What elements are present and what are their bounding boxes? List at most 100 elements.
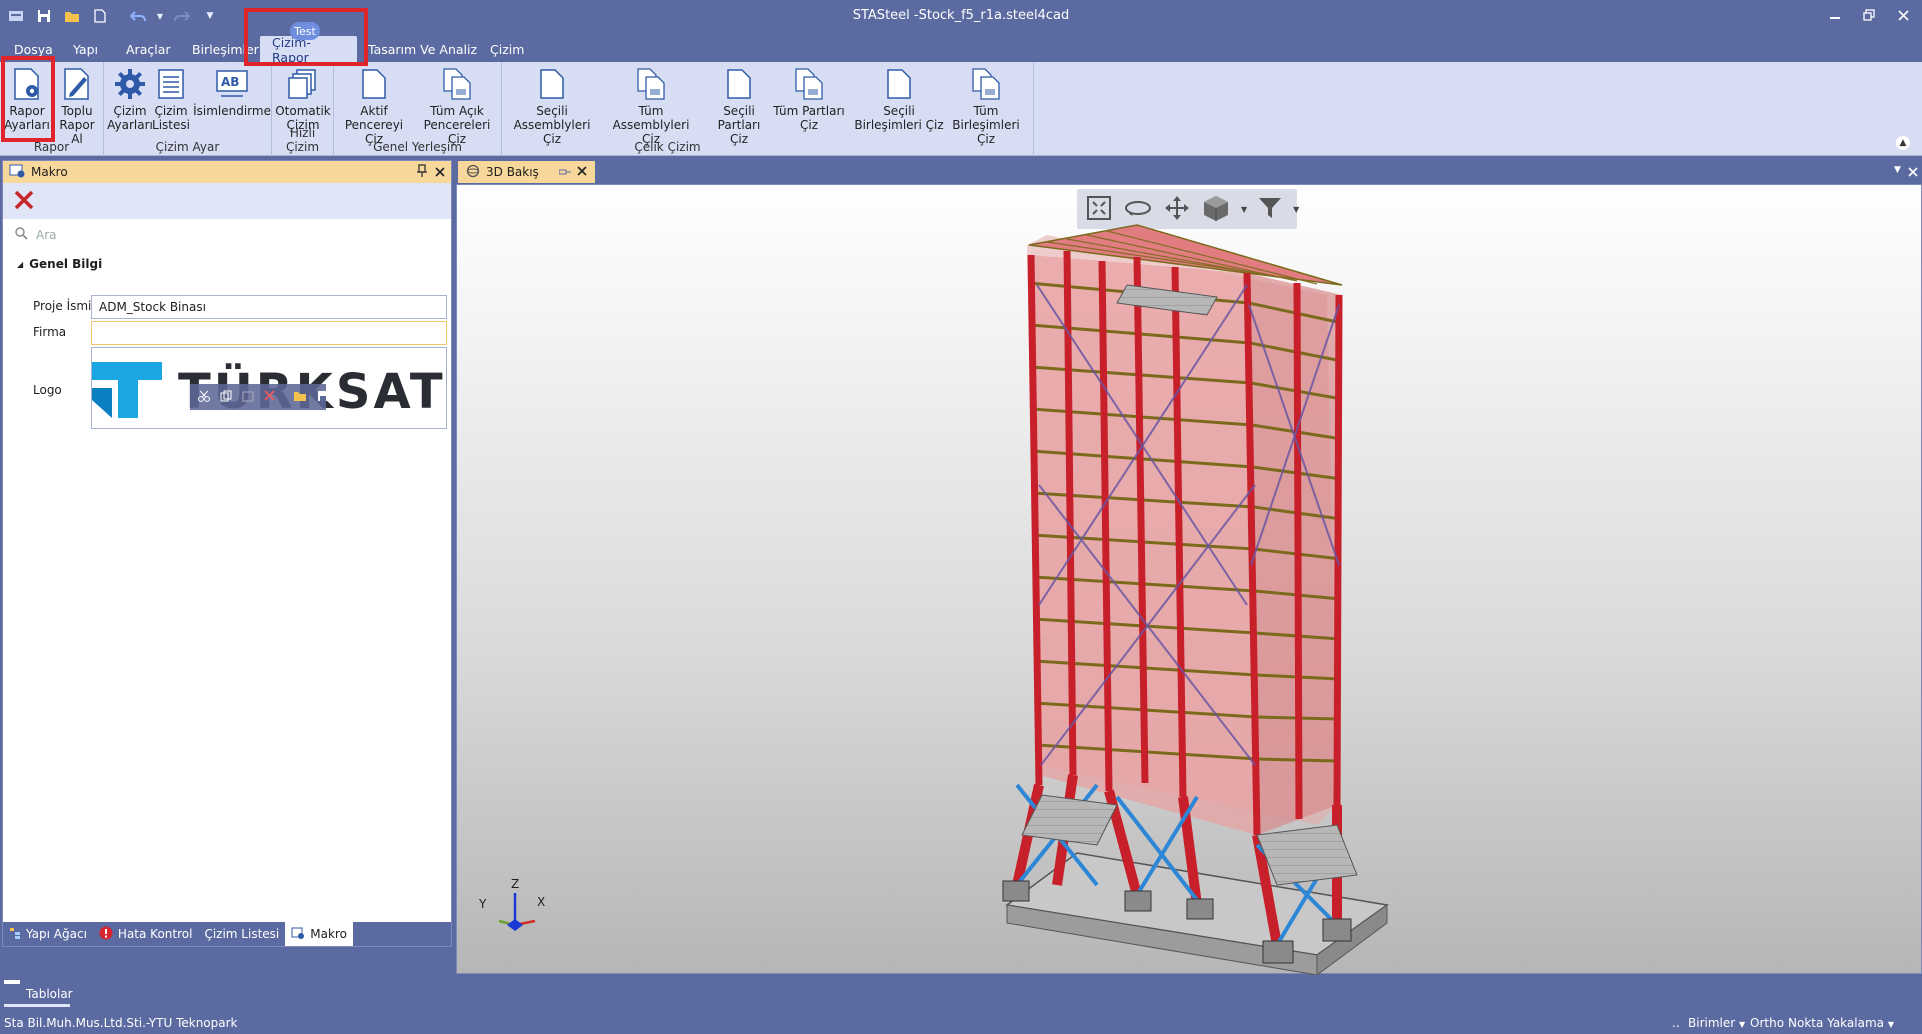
ribbon-group-rapor: Rapor Ayarları Toplu Rapor Al Rapor	[0, 62, 104, 156]
tables-icon	[4, 980, 20, 984]
secili-partlari-ciz-button[interactable]: Seçili Partları Çiz	[708, 66, 770, 146]
page-icon	[722, 66, 756, 102]
snap-chevron-icon: ▼	[1887, 1020, 1894, 1029]
section-genel-bilgi[interactable]: ◢ Genel Bilgi	[3, 251, 451, 277]
page-icon	[535, 66, 569, 102]
remove-icon[interactable]	[264, 390, 275, 404]
otomatik-cizim-button[interactable]: Otomatik Çizim	[275, 66, 331, 132]
cut-icon[interactable]	[198, 390, 210, 405]
panel-close-icon[interactable]	[435, 166, 445, 180]
tum-assemblyleri-ciz-button[interactable]: Tüm Assemblyleri Çiz	[600, 66, 702, 146]
isimlendirme-button[interactable]: AB İsimlendirme	[193, 66, 271, 118]
load-folder-icon[interactable]	[293, 390, 307, 405]
tum-assembly-label-1: Tüm Assemblyleri	[612, 104, 690, 132]
pages-icon	[792, 66, 826, 102]
tab-birlesimler[interactable]: Birleşimler	[180, 37, 271, 61]
tab-tablolar-label: Tablolar	[26, 987, 73, 1001]
property-search[interactable]: Ara	[3, 219, 451, 251]
tree-icon	[9, 927, 21, 942]
units-dropdown[interactable]: Birimler ▼	[1688, 1016, 1745, 1030]
tum-acik-pencereleri-ciz-button[interactable]: Tüm Açık Pencereleri Çiz	[414, 66, 500, 146]
paste-icon[interactable]	[242, 390, 254, 405]
cizim-ayarlari-label-1: Çizim	[113, 104, 147, 118]
rapor-ayarlari-button[interactable]: Rapor Ayarları	[4, 66, 50, 132]
tab-list-dropdown-icon[interactable]: ▼	[1894, 165, 1901, 175]
ribbon-group-label-cizim-ayar: Çizim Ayar	[155, 140, 220, 154]
collapse-triangle-icon: ◢	[17, 259, 24, 269]
proje-ismi-label: Proje İsmi	[33, 299, 92, 313]
tab-cizim-listesi[interactable]: Çizim Listesi	[198, 922, 285, 946]
delete-icon[interactable]	[13, 189, 35, 214]
steel-structure-model	[1002, 224, 1389, 975]
snap-label: Nokta Yakalama	[1788, 1016, 1884, 1030]
tum-birlesim-label-2: Çiz	[976, 132, 995, 146]
tab-yapi-agaci-label: Yapı Ağacı	[26, 927, 87, 941]
status-dots: ..	[1672, 1016, 1680, 1030]
pages-icon	[969, 66, 1003, 102]
cizim-ayarlari-label-2: Ayarları	[107, 118, 153, 132]
firma-label: Firma	[33, 325, 67, 339]
tum-birlesimleri-ciz-button[interactable]: Tüm Birleşimleri Çiz	[938, 66, 1034, 146]
tab-araclar[interactable]: Araçlar	[114, 37, 183, 61]
page-icon	[357, 66, 391, 102]
proje-ismi-input[interactable]: ADM_Stock Binası	[91, 295, 447, 319]
tab-tablolar[interactable]: Tablolar	[4, 980, 73, 1007]
copy-icon[interactable]	[220, 390, 232, 405]
aktif-pencereyi-ciz-button[interactable]: Aktif Pencereyi Çiz	[338, 66, 410, 146]
minimize-button[interactable]	[1818, 4, 1852, 26]
3d-viewport[interactable]: ▼ ▼ Z Y X	[456, 184, 1922, 975]
secili-birlesimleri-ciz-button[interactable]: Seçili Birleşimleri Çiz	[852, 66, 946, 132]
tab-makro[interactable]: Makro	[285, 922, 353, 946]
auto-draw-icon	[286, 66, 320, 102]
otomatik-cizim-label-1: Otomatik	[275, 104, 331, 118]
tab-close-icon[interactable]	[577, 165, 587, 179]
status-bar: Sta Bil.Muh.Mus.Ltd.Sti.-YTU Teknopark .…	[0, 1014, 1922, 1034]
toplu-rapor-label-1: Toplu	[61, 104, 93, 118]
close-button[interactable]	[1886, 4, 1920, 26]
document-close-icon[interactable]	[1908, 166, 1918, 180]
save-image-icon[interactable]	[317, 390, 329, 405]
ortho-toggle[interactable]: Ortho	[1750, 1016, 1784, 1030]
isimlendirme-label: İsimlendirme	[193, 104, 271, 118]
macro-panel-title: Makro	[31, 165, 68, 179]
secili-birlesim-label-1: Seçili	[883, 104, 915, 118]
macro-icon	[291, 927, 305, 942]
tab-tasarim-ve-analiz[interactable]: Tasarım Ve Analiz	[356, 37, 489, 61]
snap-dropdown[interactable]: Nokta Yakalama ▼	[1788, 1016, 1894, 1030]
axis-label-y: Y	[479, 897, 487, 911]
secili-assemblyleri-ciz-button[interactable]: Seçili Assemblyleri Çiz	[506, 66, 598, 146]
tab-yapi[interactable]: Yapı	[61, 37, 110, 61]
rapor-ayarlari-label-2: Ayarları	[4, 118, 50, 132]
tab-3d-bakis[interactable]: 3D Bakış	[458, 161, 595, 183]
toplu-rapor-al-button[interactable]: Toplu Rapor Al	[52, 66, 102, 146]
restore-button[interactable]	[1852, 4, 1886, 26]
cizim-listesi-button[interactable]: Çizim Listesi	[152, 66, 190, 132]
ribbon-group-cizim-ayar: Çizim Ayarları Çizim Listesi AB İsimlend…	[104, 62, 272, 156]
tab-pin-icon[interactable]	[558, 165, 571, 179]
macro-panel: Makro Ara ◢ Genel Bilgi Proje İsmi ADM_S…	[2, 160, 452, 947]
tab-dosya[interactable]: Dosya	[2, 37, 65, 61]
tab-yapi-agaci[interactable]: Yapı Ağacı	[3, 922, 93, 946]
page-icon	[882, 66, 916, 102]
pin-icon[interactable]	[417, 164, 427, 181]
cizim-ayarlari-button[interactable]: Çizim Ayarları	[107, 66, 153, 132]
secili-assembly-label-1: Seçili	[536, 104, 568, 118]
tum-birlesim-label-1: Tüm Birleşimleri	[952, 104, 1020, 132]
firma-input[interactable]	[91, 321, 447, 345]
ribbon-collapse-icon[interactable]: ▲	[1896, 136, 1910, 150]
gear-icon	[113, 66, 147, 102]
title-bar: ▼ ▼ STASteel -Stock_f5_r1a.steel4cad	[0, 0, 1922, 33]
tab-3d-bakis-label: 3D Bakış	[486, 165, 539, 179]
logo-image-field[interactable]: TÜRKSAT	[91, 347, 447, 429]
error-icon	[99, 926, 113, 943]
cizim-listesi-label-2: Listesi	[152, 118, 190, 132]
tab-cizim[interactable]: Çizim	[478, 37, 536, 61]
tab-cizim-listesi-label: Çizim Listesi	[204, 927, 280, 941]
tab-cizim-rapor[interactable]: Çizim-Rapor	[260, 35, 357, 65]
ribbon-group-genel-yerlesim: Aktif Pencereyi Çiz Tüm Açık Pencereleri…	[334, 62, 502, 156]
search-placeholder: Ara	[36, 228, 57, 242]
ribbon-group-label-rapor: Rapor	[33, 140, 70, 154]
tab-hata-kontrol[interactable]: Hata Kontrol	[93, 922, 199, 946]
report-settings-icon	[10, 66, 44, 102]
tum-partlari-ciz-button[interactable]: Tüm Partları Çiz	[772, 66, 846, 132]
